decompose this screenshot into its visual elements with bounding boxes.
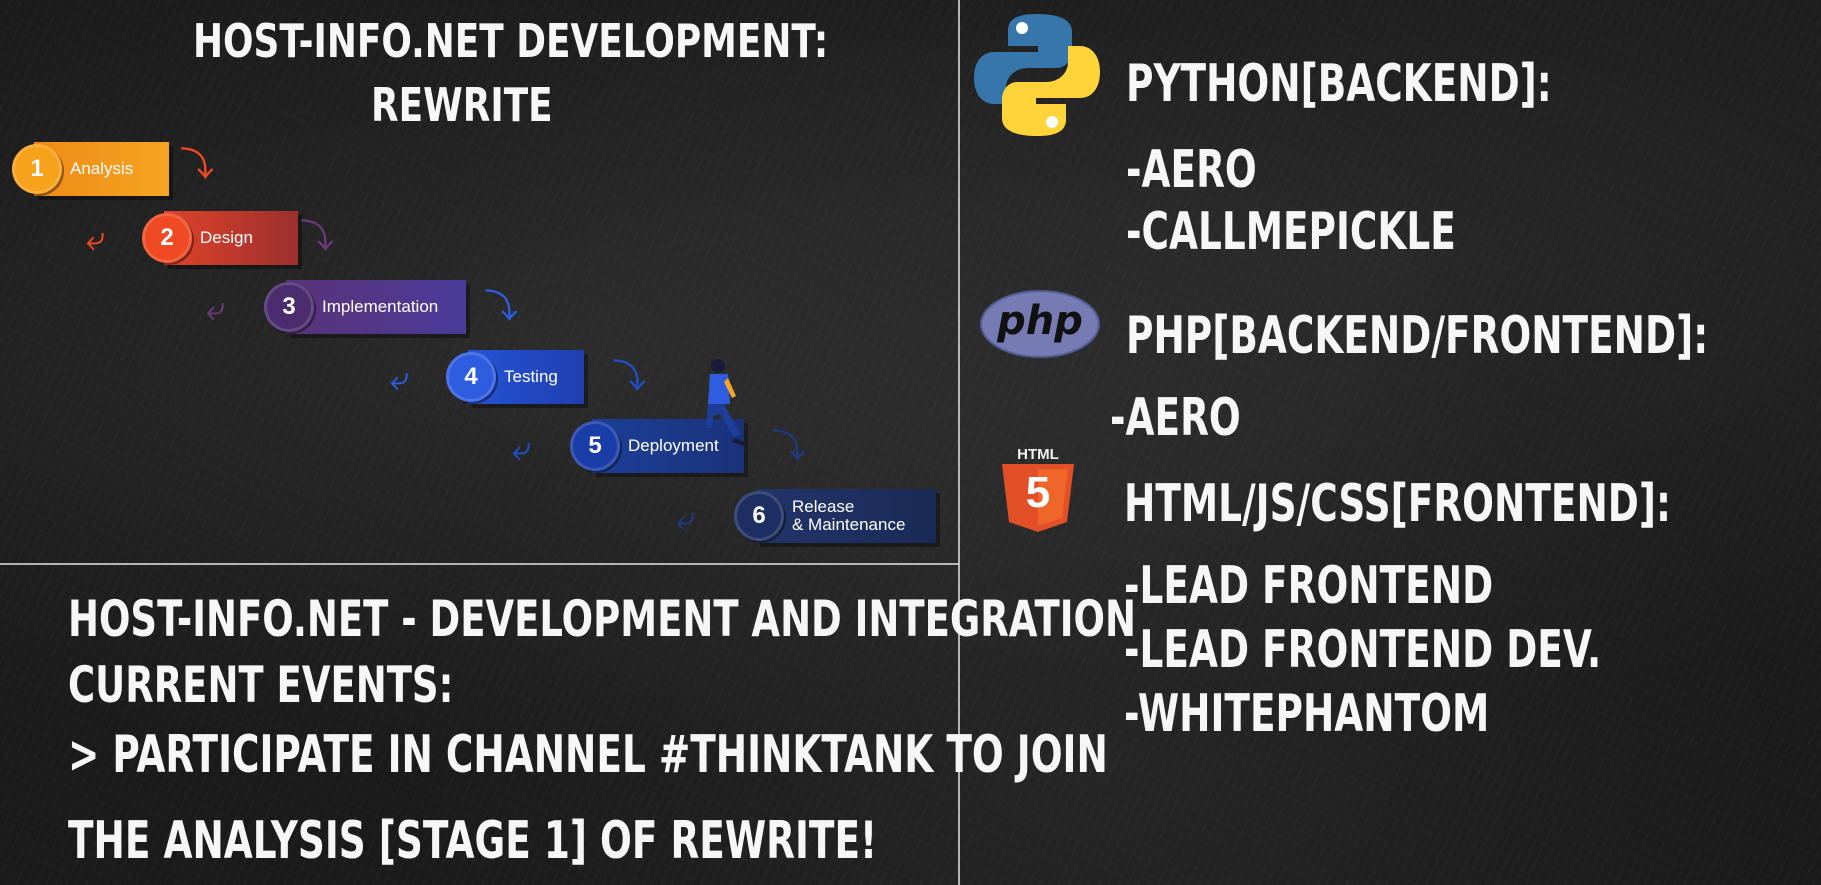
step-label: & Maintenance xyxy=(792,515,906,534)
curved-arrow-icon: ⤵ xyxy=(300,217,334,257)
html5-logo-icon: HTML 5 xyxy=(1000,446,1076,532)
horizontal-divider xyxy=(0,563,959,565)
php-member: -AERO xyxy=(1110,388,1241,448)
curved-arrow-icon: ⤶ xyxy=(86,219,106,259)
python-member: -AERO xyxy=(1126,140,1257,200)
step-number: 4 xyxy=(446,352,496,402)
step-number: 5 xyxy=(570,421,620,471)
step-number: 6 xyxy=(734,491,784,541)
html5-logo-number: 5 xyxy=(1025,468,1051,517)
python-member: -CALLMEPICKLE xyxy=(1126,202,1456,262)
announcement-text: THE ANALYSIS [STAGE 1] OF REWRITE! xyxy=(68,811,878,871)
step-number: 3 xyxy=(264,282,314,332)
step-number: 1 xyxy=(12,144,62,194)
php-heading: PHP[BACKEND/FRONTEND]: xyxy=(1126,306,1709,366)
curved-arrow-icon: ⤵ xyxy=(180,145,214,185)
python-heading: PYTHON[BACKEND]: xyxy=(1126,54,1552,114)
announcement-title: HOST-INFO.NET - DEVELOPMENT AND INTEGRAT… xyxy=(68,590,1136,648)
html5-logo-text: HTML xyxy=(1017,446,1059,463)
announcement-subtitle: CURRENT EVENTS: xyxy=(68,656,454,714)
page-title: HOST-INFO.NET DEVELOPMENT: xyxy=(193,14,829,68)
curved-arrow-icon: ⤶ xyxy=(512,429,532,469)
python-logo-icon xyxy=(974,14,1100,136)
html-member: -LEAD FRONTEND DEV. xyxy=(1124,620,1602,680)
html-member: -LEAD FRONTEND xyxy=(1124,556,1494,616)
curved-arrow-icon: ⤶ xyxy=(676,499,696,539)
php-logo-icon: php xyxy=(980,290,1100,358)
php-logo-text: php xyxy=(997,298,1083,344)
page-subtitle: REWRITE xyxy=(371,78,553,132)
curved-arrow-icon: ⤵ xyxy=(612,357,646,397)
html-heading: HTML/JS/CSS[FRONTEND]: xyxy=(1124,474,1671,534)
curved-arrow-icon: ⤶ xyxy=(390,359,410,399)
step-label: Release xyxy=(792,497,855,517)
curved-arrow-icon: ⤶ xyxy=(206,289,226,329)
html-member: -WHITEPHANTOM xyxy=(1124,684,1490,744)
step-number: 2 xyxy=(142,213,192,263)
person-illustration-icon xyxy=(706,359,746,446)
curved-arrow-icon: ⤵ xyxy=(484,287,518,327)
curved-arrow-icon: ⤵ xyxy=(772,427,806,467)
announcement-text: > PARTICIPATE IN CHANNEL #THINKTANK TO J… xyxy=(68,725,1108,785)
